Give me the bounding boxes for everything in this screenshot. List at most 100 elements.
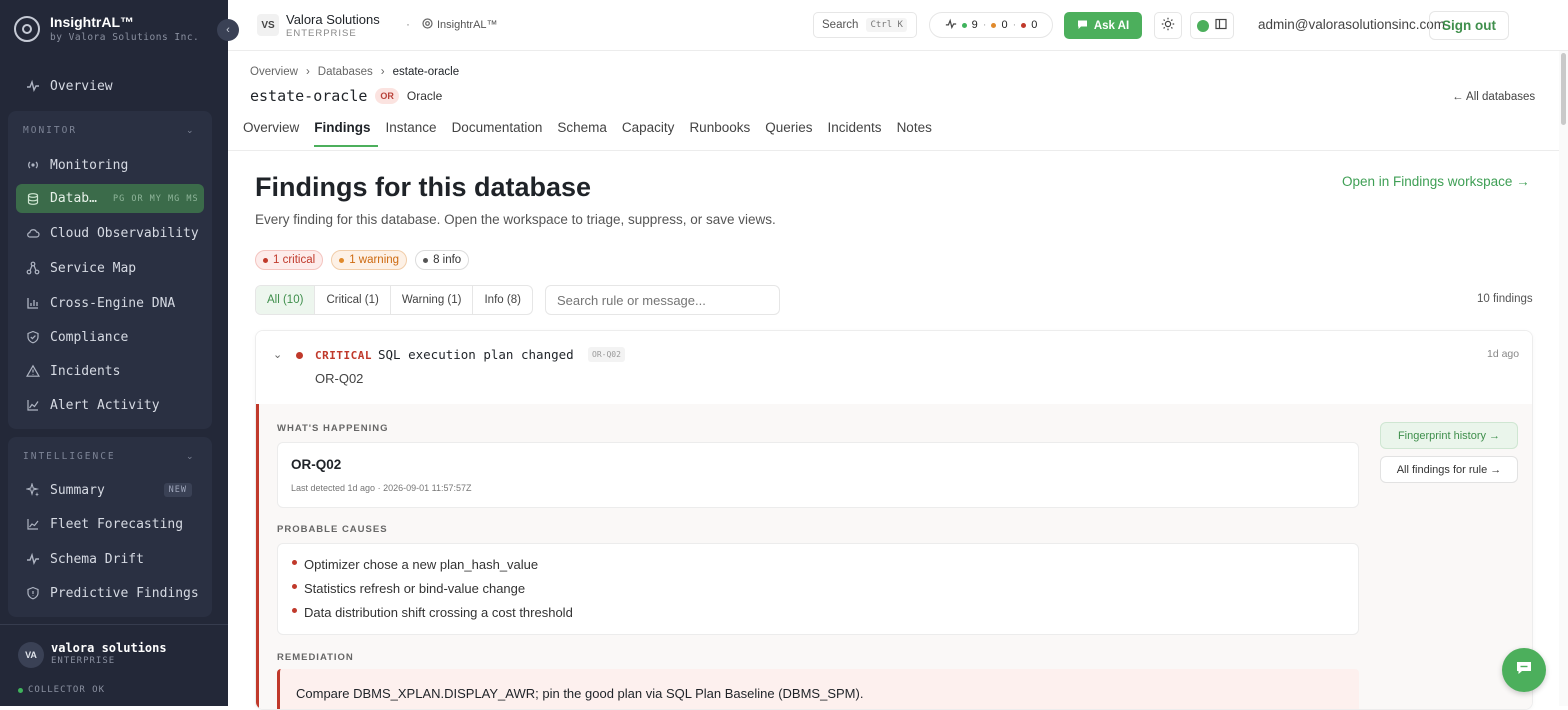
tab-queries[interactable]: Queries [765, 118, 819, 147]
severity-label: CRITICAL [315, 349, 372, 362]
user-email: admin@valorasolutionsinc.com [1258, 17, 1446, 32]
finding-header[interactable]: ⌄ CRITICAL SQL execution plan changed OR… [256, 331, 1532, 404]
filter-all[interactable]: All (10) [256, 286, 316, 314]
all-databases-link[interactable]: ← All databases [1452, 91, 1535, 103]
engine-name: Oracle [406, 89, 443, 103]
brand[interactable]: InsightrAL™ by Valora Solutions Inc. [14, 14, 199, 43]
sidebar-item-label: Summary [50, 482, 105, 498]
sidebar-item-label: Cross-Engine DNA [50, 295, 176, 311]
warn-count: 0 [1001, 19, 1008, 31]
warn-dot-icon [339, 257, 345, 263]
tab-instance[interactable]: Instance [386, 118, 444, 147]
scrollbar-thumb[interactable] [1561, 53, 1566, 125]
tab-overview[interactable]: Overview [243, 118, 306, 147]
open-workspace-link[interactable]: Open in Findings workspace → [1342, 174, 1530, 189]
fleet-status-pill[interactable]: 9 · 0 · 0 [929, 12, 1053, 38]
ask-ai-label: Ask AI [1093, 19, 1130, 32]
search-input[interactable] [545, 285, 780, 315]
sidebar-item-overview[interactable]: Overview [16, 71, 204, 101]
chevron-down-icon[interactable]: ⌄ [186, 125, 194, 136]
chevron-down-icon[interactable]: ⌄ [273, 348, 282, 361]
sidebar-item-label: Monitoring [50, 157, 129, 173]
shield-icon [26, 330, 40, 344]
warning-chip[interactable]: 1 warning [331, 250, 408, 270]
tab-notes[interactable]: Notes [897, 118, 939, 147]
remediation-panel: Compare DBMS_XPLAN.DISPLAY_AWR; pin the … [277, 669, 1359, 709]
tab-schema[interactable]: Schema [557, 118, 614, 147]
new-badge: NEW [163, 483, 192, 497]
cause-item: Data distribution shift crossing a cost … [304, 605, 573, 620]
sidebar-item-monitoring[interactable]: Monitoring [16, 150, 204, 180]
all-findings-for-rule-button[interactable]: All findings for rule → [1380, 456, 1518, 483]
status-dot-icon [18, 687, 23, 693]
sign-out-button[interactable]: Sign out [1429, 11, 1509, 40]
sidebar-item-databases[interactable]: Datab… PG OR MY MG MS [16, 184, 204, 213]
critical-chip[interactable]: 1 critical [255, 250, 324, 270]
logo-icon [422, 18, 433, 32]
section-title-intelligence: INTELLIGENCE [23, 451, 116, 462]
breadcrumb-current: estate-oracle [392, 66, 460, 78]
user-block[interactable]: VA valora solutions ENTERPRISE COLLECTOR… [0, 624, 228, 706]
chevron-down-icon[interactable]: ⌄ [186, 451, 194, 462]
sidebar-item-fleet-forecasting[interactable]: Fleet Forecasting [16, 509, 204, 539]
tab-findings[interactable]: Findings [314, 118, 378, 147]
sidebar-item-label: Datab… [50, 191, 97, 206]
search-button[interactable]: Search Ctrl K [813, 12, 917, 38]
trend-icon [26, 517, 40, 531]
remediation-label: REMEDIATION [277, 652, 354, 663]
pulse-icon [945, 18, 957, 33]
bar-chart-icon [26, 296, 40, 310]
sidebar-item-compliance[interactable]: Compliance [16, 322, 204, 352]
sidebar-item-alert-activity[interactable]: Alert Activity [16, 390, 204, 420]
chat-button[interactable] [1502, 648, 1546, 692]
sidebar-item-label: Fleet Forecasting [50, 516, 184, 532]
pulse-icon [26, 79, 40, 93]
tab-incidents[interactable]: Incidents [828, 118, 889, 147]
theme-toggle-button[interactable] [1154, 12, 1182, 39]
filter-warning[interactable]: Warning (1) [391, 286, 474, 314]
finding-age: 1d ago [1487, 348, 1520, 360]
bullet-icon [292, 584, 297, 589]
section-title-monitor: MONITOR [23, 125, 78, 136]
fingerprint-history-button[interactable]: Fingerprint history → [1380, 422, 1518, 449]
page-title: Findings for this database [255, 172, 592, 202]
finding-card: ⌄ CRITICAL SQL execution plan changed OR… [255, 330, 1533, 710]
scrollbar[interactable] [1559, 51, 1568, 706]
breadcrumb-databases[interactable]: Databases [318, 66, 373, 78]
finding-title: SQL execution plan changed [378, 347, 574, 362]
org-avatar[interactable]: VS [257, 14, 279, 36]
collector-label: COLLECTOR OK [28, 685, 106, 695]
chip-label: 1 critical [273, 254, 316, 266]
breadcrumb-overview[interactable]: Overview [250, 66, 298, 78]
ask-ai-button[interactable]: Ask AI [1064, 12, 1142, 39]
whats-happening-label: WHAT'S HAPPENING [277, 423, 389, 434]
sidebar-item-incidents[interactable]: Incidents [16, 356, 204, 386]
brand-subtitle: by Valora Solutions Inc. [50, 32, 200, 43]
rule-code: OR-Q02 [588, 347, 625, 362]
sparkle-icon [26, 483, 40, 497]
sidebar-item-schema-drift[interactable]: Schema Drift [16, 544, 204, 574]
tab-documentation[interactable]: Documentation [452, 118, 550, 147]
brand-name: InsightrAL™ [50, 14, 134, 30]
filter-critical[interactable]: Critical (1) [315, 286, 391, 314]
status-dot-icon [1197, 19, 1209, 32]
product-switcher[interactable]: InsightrAL™ [422, 18, 498, 32]
divider [228, 150, 1560, 151]
sidebar-item-predictive-findings[interactable]: Predictive Findings [16, 578, 204, 608]
engine-badge: OR [375, 88, 399, 104]
crit-count: 0 [1031, 19, 1038, 31]
sidebar-item-cloud-observability[interactable]: Cloud Observability [16, 218, 204, 248]
sidebar-item-service-map[interactable]: Service Map [16, 253, 204, 283]
tab-capacity[interactable]: Capacity [622, 118, 682, 147]
filter-info[interactable]: Info (8) [473, 286, 531, 314]
line-chart-icon [26, 398, 40, 412]
layout-toggle-button[interactable] [1190, 12, 1234, 39]
sidebar-item-cross-engine-dna[interactable]: Cross-Engine DNA [16, 288, 204, 318]
sidebar-item-summary[interactable]: Summary NEW [16, 475, 204, 505]
user-plan: ENTERPRISE [51, 656, 116, 666]
info-dot-icon [423, 257, 429, 263]
tab-runbooks[interactable]: Runbooks [689, 118, 757, 147]
info-chip[interactable]: 8 info [415, 250, 470, 270]
collapse-sidebar-button[interactable]: ‹ [217, 19, 239, 41]
org-name[interactable]: Valora Solutions [286, 12, 380, 27]
